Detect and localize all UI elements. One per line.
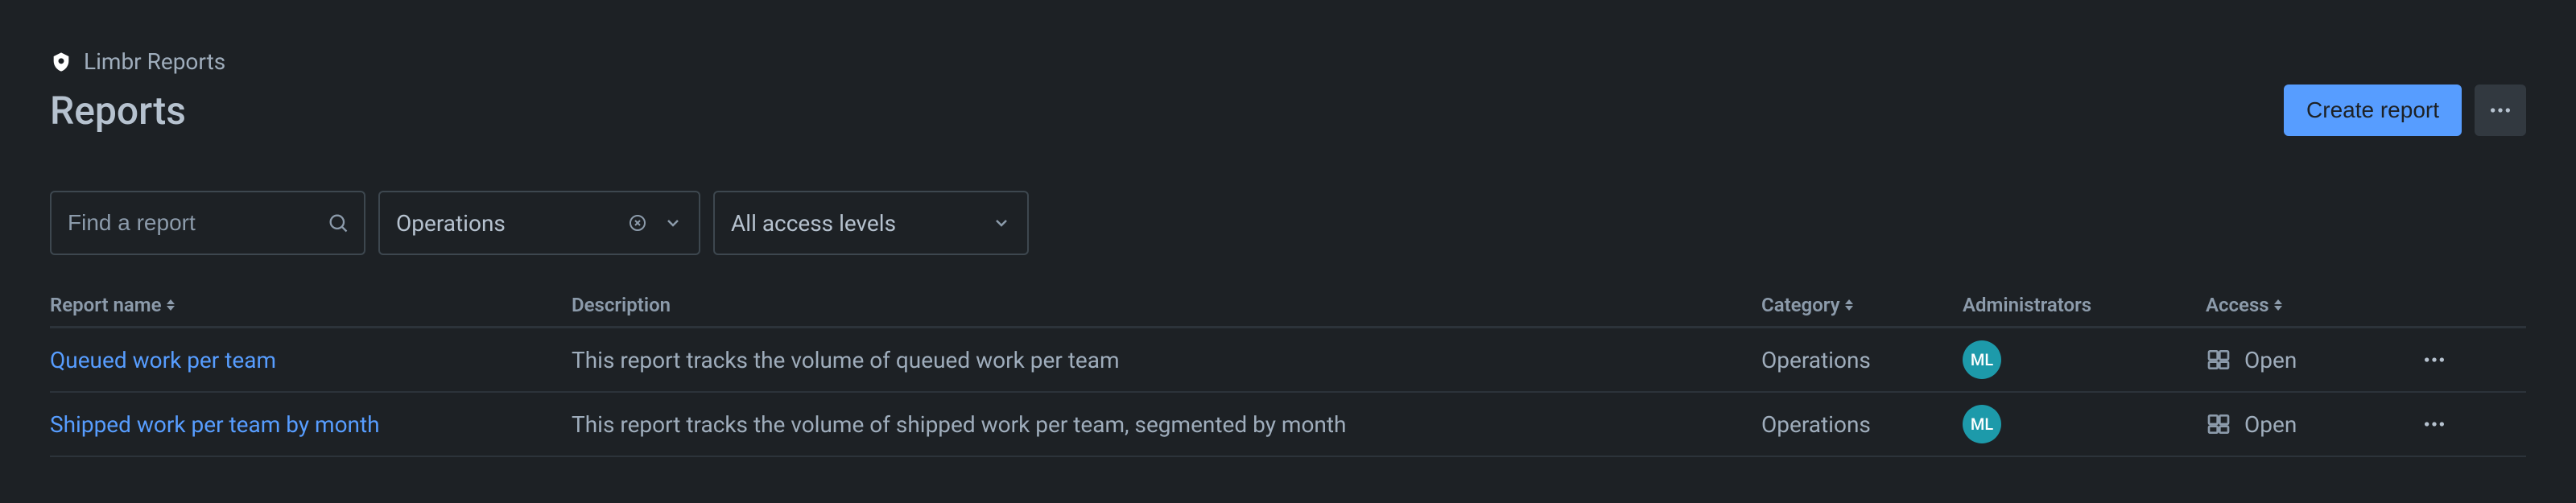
more-actions-button[interactable] <box>2475 85 2526 136</box>
chevron-down-icon <box>992 213 1011 233</box>
open-access-icon <box>2206 411 2231 437</box>
app-logo-icon <box>50 51 72 73</box>
report-access: Open <box>2206 347 2399 373</box>
report-administrators: ML <box>1963 405 2206 443</box>
table-header: Report name Description Category Adminis… <box>50 284 2526 328</box>
report-administrators: ML <box>1963 340 2206 379</box>
create-report-button[interactable]: Create report <box>2284 85 2462 136</box>
report-category: Operations <box>1761 347 1963 373</box>
report-description: This report tracks the volume of queued … <box>572 347 1761 373</box>
avatar[interactable]: ML <box>1963 340 2001 379</box>
column-header-description: Description <box>572 294 1761 316</box>
report-category: Operations <box>1761 411 1963 438</box>
sort-icon <box>1845 299 1853 311</box>
column-header-category[interactable]: Category <box>1761 294 1963 316</box>
report-name-link[interactable]: Shipped work per team by month <box>50 411 572 438</box>
open-access-icon <box>2206 347 2231 373</box>
access-filter[interactable]: All access levels <box>713 191 1029 255</box>
breadcrumb: Limbr Reports <box>50 48 2526 75</box>
table-row: Queued work per team This report tracks … <box>50 328 2526 393</box>
access-filter-value: All access levels <box>731 210 896 237</box>
sort-icon <box>167 299 175 311</box>
column-header-administrators: Administrators <box>1963 294 2206 316</box>
row-more-actions[interactable] <box>2399 411 2470 437</box>
sort-icon <box>2274 299 2282 311</box>
column-header-name[interactable]: Report name <box>50 294 572 316</box>
search-icon <box>327 212 349 234</box>
search-input[interactable] <box>50 191 365 255</box>
avatar[interactable]: ML <box>1963 405 2001 443</box>
more-horizontal-icon <box>2421 411 2447 437</box>
breadcrumb-app-name[interactable]: Limbr Reports <box>84 48 225 75</box>
more-horizontal-icon <box>2487 97 2513 123</box>
chevron-down-icon <box>663 213 683 233</box>
clear-category-icon[interactable] <box>628 213 647 233</box>
table-row: Shipped work per team by month This repo… <box>50 393 2526 457</box>
page-title: Reports <box>50 88 186 134</box>
reports-table: Report name Description Category Adminis… <box>50 284 2526 457</box>
report-name-link[interactable]: Queued work per team <box>50 347 572 373</box>
more-horizontal-icon <box>2421 347 2447 373</box>
category-filter[interactable]: Operations <box>378 191 700 255</box>
report-description: This report tracks the volume of shipped… <box>572 411 1761 438</box>
column-header-access[interactable]: Access <box>2206 294 2399 316</box>
category-filter-value: Operations <box>396 210 506 237</box>
report-access: Open <box>2206 411 2399 438</box>
row-more-actions[interactable] <box>2399 347 2470 373</box>
search-input-wrapper <box>50 191 365 255</box>
